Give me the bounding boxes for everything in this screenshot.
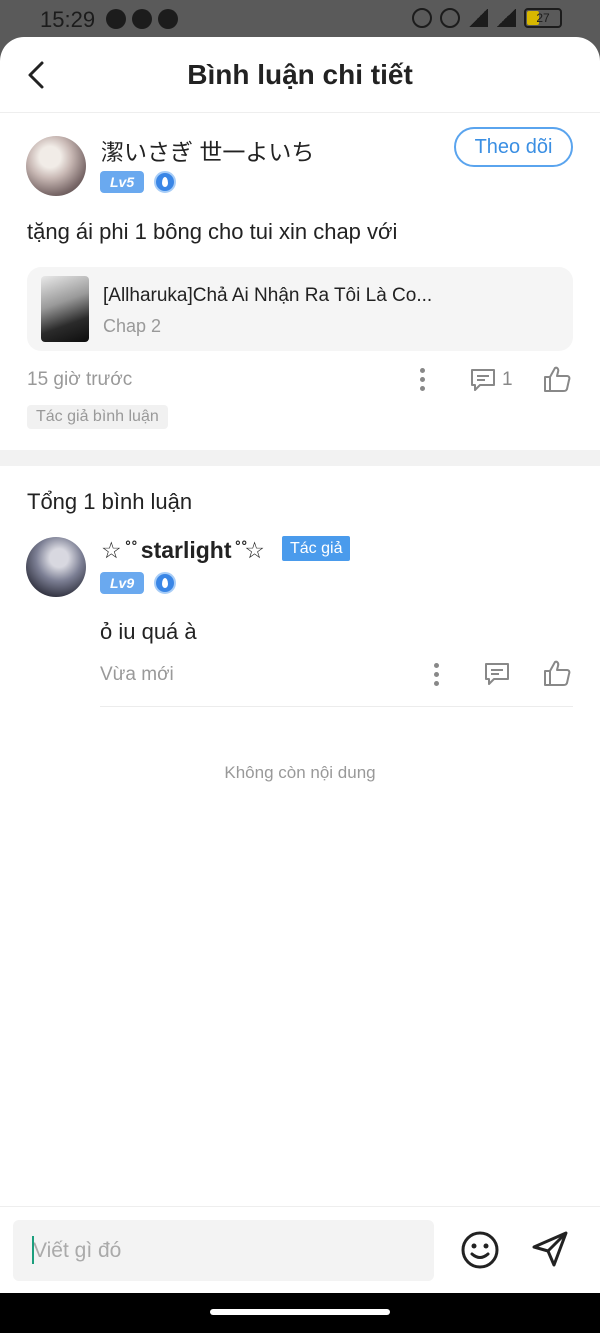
manga-chapter: Chap 2 (103, 316, 162, 336)
no-more-content-label: Không còn nội dung (224, 763, 376, 782)
status-app-icons (106, 9, 178, 29)
home-indicator[interactable] (210, 1309, 390, 1315)
signal-icon (496, 9, 516, 27)
status-time: 15:29 (40, 7, 96, 32)
emoji-button[interactable] (460, 1230, 500, 1270)
status-system-icons: 27 (412, 8, 562, 28)
more-options-icon[interactable] (417, 367, 427, 393)
reply-text: ỏ iu quá à (100, 619, 197, 644)
status-bar: 15:29 27 (0, 0, 600, 40)
messenger-icon (106, 9, 126, 29)
alarm-icon (412, 8, 432, 28)
reply-icon[interactable] (469, 366, 497, 394)
section-divider (0, 450, 600, 466)
tiktok-icon (132, 9, 152, 29)
avatar[interactable] (26, 537, 86, 597)
author-comment-tag: Tác giả bình luận (27, 405, 168, 429)
pinterest-icon (158, 9, 178, 29)
page-title: Bình luận chi tiết (187, 59, 413, 90)
thumbs-up-icon[interactable] (542, 658, 572, 688)
reply-time: Vừa mới (100, 664, 174, 685)
level-badge: Lv9 (100, 572, 145, 594)
comment-input-bar (0, 1206, 600, 1293)
nfc-icon (440, 8, 460, 28)
manga-card[interactable]: [Allharuka]Chả Ai Nhận Ra Tôi Là Co... C… (27, 267, 573, 351)
send-button[interactable] (530, 1229, 570, 1269)
vip-badge-icon (154, 572, 176, 594)
avatar[interactable] (26, 136, 86, 196)
battery-icon: 27 (524, 8, 562, 28)
author-badge: Tác giả (282, 536, 351, 561)
manga-title: [Allharuka]Chả Ai Nhận Ra Tôi Là Co... (103, 285, 433, 306)
vip-badge-icon (154, 171, 176, 193)
reply-icon[interactable] (483, 660, 511, 688)
send-icon (532, 1231, 568, 1267)
thumbs-up-icon[interactable] (542, 364, 572, 394)
navigation-bar (0, 1293, 600, 1333)
divider (100, 706, 573, 707)
more-options-icon[interactable] (431, 662, 441, 688)
reply-count: 1 (502, 369, 513, 390)
battery-level: 27 (536, 11, 550, 25)
comment-text: tặng ái phi 1 bông cho tui xin chap với (27, 219, 398, 244)
smiley-icon (461, 1231, 499, 1269)
total-comments-label: Tổng 1 bình luận (27, 489, 193, 514)
follow-button[interactable]: Theo dõi (454, 127, 573, 167)
comment-input[interactable] (13, 1220, 434, 1281)
text-caret (32, 1236, 34, 1264)
comment-username[interactable]: 潔いさぎ 世一よいち (101, 133, 314, 167)
header: Bình luận chi tiết (0, 37, 600, 113)
manga-cover-image (41, 276, 89, 342)
wifi-icon (468, 9, 488, 27)
comment-time: 15 giờ trước (27, 369, 133, 390)
reply-username[interactable]: ☆ ̊ ̊ starlight ̊ ̊☆ (101, 537, 265, 564)
level-badge: Lv5 (100, 171, 145, 193)
